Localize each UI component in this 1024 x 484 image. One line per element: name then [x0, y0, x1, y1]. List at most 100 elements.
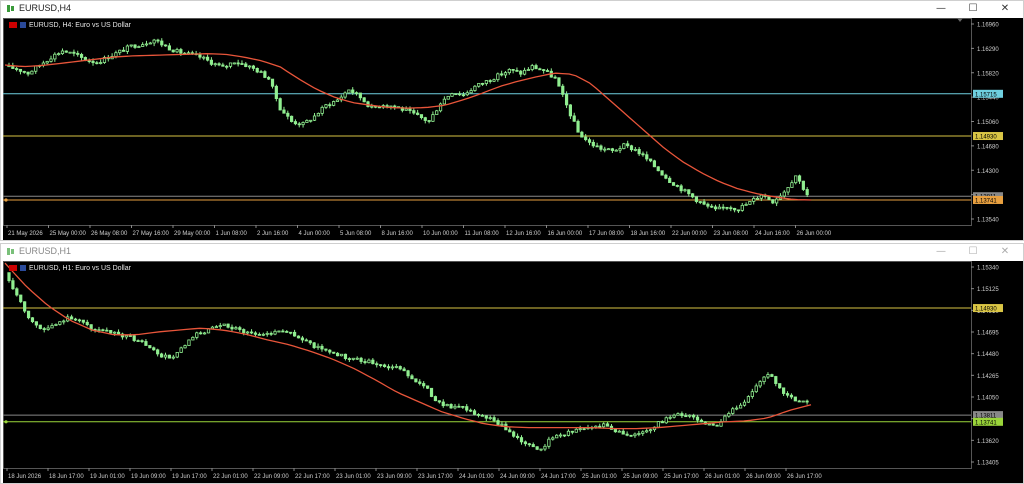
candle-body: [259, 71, 263, 74]
candle-body: [559, 434, 563, 437]
candle-body: [394, 366, 398, 368]
x-tick-label: 26 May 08:00: [91, 231, 128, 237]
candle-body: [336, 352, 340, 357]
candle-body: [584, 136, 588, 141]
x-tick-label: 18 Jun 2026: [8, 474, 42, 480]
candle-body: [587, 139, 592, 143]
candle-body: [633, 149, 637, 151]
candle-body: [500, 73, 504, 76]
candle-body: [404, 108, 408, 111]
candle-body: [656, 166, 660, 172]
candle-body: [433, 396, 438, 402]
candle-body: [171, 356, 175, 359]
close-button[interactable]: ✕: [995, 2, 1015, 16]
candle-body: [527, 443, 531, 446]
candle-body: [128, 335, 132, 337]
candle-body: [461, 94, 466, 97]
candle-body: [707, 423, 711, 426]
candle-body: [416, 112, 420, 115]
candle-body: [121, 49, 126, 52]
candle-body: [249, 331, 254, 334]
x-tick-label: 27 May 16:00: [133, 231, 170, 237]
candle-body: [11, 280, 15, 290]
candle-body: [113, 331, 117, 334]
candle-body: [511, 68, 515, 71]
candle-body: [515, 69, 519, 72]
candle-body: [427, 120, 431, 122]
candle-body: [645, 430, 649, 433]
candle-body: [257, 333, 261, 336]
candle-body: [367, 359, 371, 364]
candle-body: [572, 115, 576, 122]
x-tick-label: 22 Jun 17:00: [295, 474, 330, 480]
candle-body: [729, 207, 733, 210]
candle-body: [484, 415, 488, 419]
y-tick-label: 1.14680: [977, 144, 999, 150]
candle-body: [253, 332, 258, 335]
candle-body: [133, 44, 137, 48]
candle-body: [530, 65, 534, 70]
candle-body: [354, 92, 359, 95]
maximize-button[interactable]: ☐: [963, 2, 983, 16]
chart-title-text: EURUSD, H4: Euro vs US Dollar: [29, 22, 131, 29]
candle-body: [770, 374, 774, 377]
candle-body: [202, 56, 206, 59]
candle-body: [785, 393, 790, 396]
candle-body: [805, 189, 809, 196]
price-chart[interactable]: 1.153401.151251.149101.146951.144801.142…: [3, 261, 1023, 483]
candle-body: [87, 60, 91, 63]
candle-body: [406, 370, 410, 377]
x-tick-label: 26 Jun 00:00: [797, 231, 832, 237]
window-eurusd-h1[interactable]: EURUSD,H1 — ☐ ✕ 1.153401.151251.149101.1…: [0, 243, 1024, 484]
candle-body: [335, 99, 340, 102]
candle-body: [727, 413, 731, 417]
candle-body: [198, 53, 202, 58]
candle-body: [641, 153, 645, 156]
candle-body: [660, 170, 664, 176]
chart-canvas[interactable]: 1.169601.162901.158201.154401.150601.146…: [3, 18, 1023, 240]
chart-canvas[interactable]: 1.153401.151251.149101.146951.144801.142…: [3, 261, 1023, 483]
eu-flag-icon: [9, 265, 17, 272]
minimize-button[interactable]: —: [931, 245, 951, 259]
candle-body: [691, 193, 695, 198]
candle-body: [484, 80, 488, 84]
candle-body: [551, 437, 555, 440]
candle-body: [261, 333, 265, 336]
candle-body: [125, 45, 129, 52]
candle-body: [163, 44, 168, 47]
price-chart[interactable]: 1.16960 1.16290 1.15820 1.15440 1.15060 1.146…: [3, 18, 1023, 240]
x-tick-label: 10 Jun 00:00: [423, 231, 458, 237]
minimize-button[interactable]: —: [931, 2, 951, 16]
x-tick-label: 8 Jun 16:00: [382, 231, 414, 237]
candle-body: [775, 198, 779, 204]
window-eurusd-h4[interactable]: EURUSD,H4 — ☐ ✕ 1.16960 1.16290 1.15820 1.1…: [0, 0, 1024, 241]
titlebar[interactable]: EURUSD,H1 — ☐ ✕: [1, 244, 1023, 260]
candle-body: [57, 53, 61, 56]
candle-body: [244, 63, 248, 68]
candle-body: [564, 94, 569, 106]
titlebar[interactable]: EURUSD,H4 — ☐ ✕: [1, 1, 1023, 17]
x-tick-label: 22 Jun 00:00: [672, 231, 707, 237]
candle-body: [324, 104, 328, 108]
candle-body: [273, 330, 277, 335]
eu-flag-icon: [9, 22, 17, 29]
candle-body: [445, 404, 449, 407]
candle-body: [221, 64, 225, 67]
close-button[interactable]: ✕: [995, 245, 1015, 259]
level-anchor-dot: [4, 198, 8, 202]
candle-body: [320, 345, 324, 350]
candle-body: [292, 331, 297, 337]
candle-body: [308, 340, 312, 344]
candle-body: [390, 366, 394, 369]
candle-body: [114, 52, 118, 57]
candle-body: [136, 340, 140, 342]
chart-shift-marker-icon[interactable]: [957, 18, 963, 22]
candle-body: [217, 63, 221, 66]
x-tick-label: 26 Jun 01:00: [705, 474, 740, 480]
maximize-button[interactable]: ☐: [963, 245, 983, 259]
candle-body: [60, 50, 65, 55]
candle-body: [152, 39, 156, 44]
candle-body: [129, 44, 133, 47]
candle-body: [668, 177, 672, 183]
candle-body: [450, 93, 454, 97]
